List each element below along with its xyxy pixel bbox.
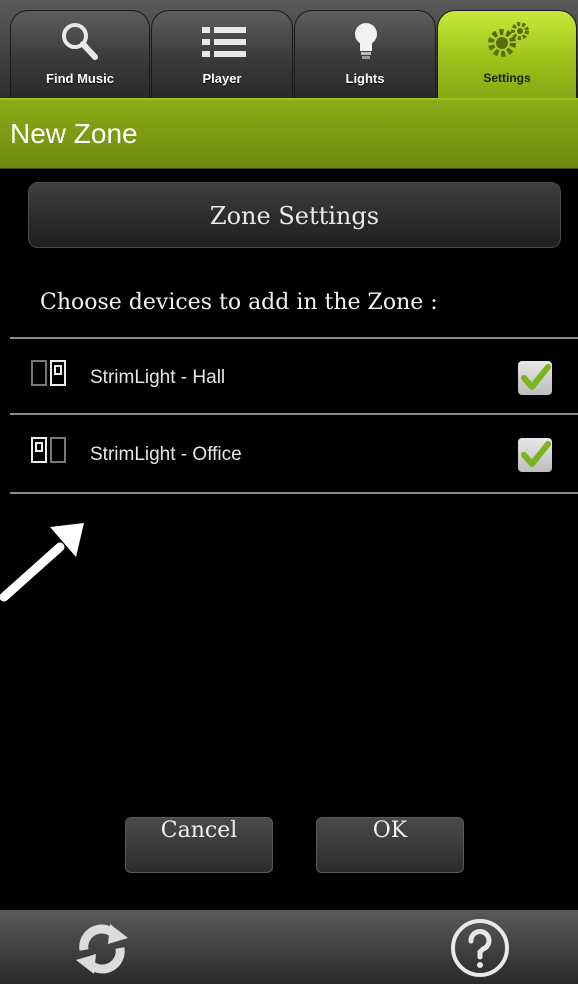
cancel-button[interactable]: Cancel (125, 817, 273, 873)
checkbox-checked[interactable] (518, 438, 552, 472)
search-icon (62, 23, 98, 60)
tab-label: Settings (483, 71, 531, 85)
refresh-icon[interactable] (70, 918, 134, 978)
device-pair-icon (31, 437, 66, 463)
tab-bar: Find Music Player Lights Settings (0, 0, 578, 100)
pointer-arrow-icon (0, 523, 84, 602)
tab-label: Player (202, 71, 242, 86)
device-label: StrimLight - Office (90, 444, 242, 465)
choose-devices-label: Choose devices to add in the Zone : (40, 290, 438, 315)
device-pair-icon (31, 360, 66, 386)
tab-find-music[interactable]: Find Music (10, 10, 150, 98)
tab-lights[interactable]: Lights (294, 10, 436, 98)
lightbulb-icon (355, 23, 377, 59)
divider (10, 413, 578, 415)
ok-button[interactable]: OK (316, 817, 464, 873)
tab-settings[interactable]: Settings (437, 10, 577, 98)
list-icon (202, 27, 246, 57)
bottom-bar (0, 910, 578, 984)
page-header: New Zone (0, 100, 578, 169)
device-row-hall[interactable]: StrimLight - Hall (10, 339, 578, 415)
page-title: New Zone (10, 118, 138, 149)
device-row-office[interactable]: StrimLight - Office (10, 416, 578, 492)
zone-settings-button[interactable]: Zone Settings (28, 182, 561, 248)
device-label: StrimLight - Hall (90, 367, 226, 388)
gear-icon (488, 22, 529, 57)
tab-label: Lights (345, 71, 385, 86)
divider (10, 492, 578, 494)
help-icon[interactable] (448, 916, 512, 980)
tab-label: Find Music (46, 71, 114, 86)
checkbox-checked[interactable] (518, 361, 552, 395)
tab-player[interactable]: Player (151, 10, 293, 98)
